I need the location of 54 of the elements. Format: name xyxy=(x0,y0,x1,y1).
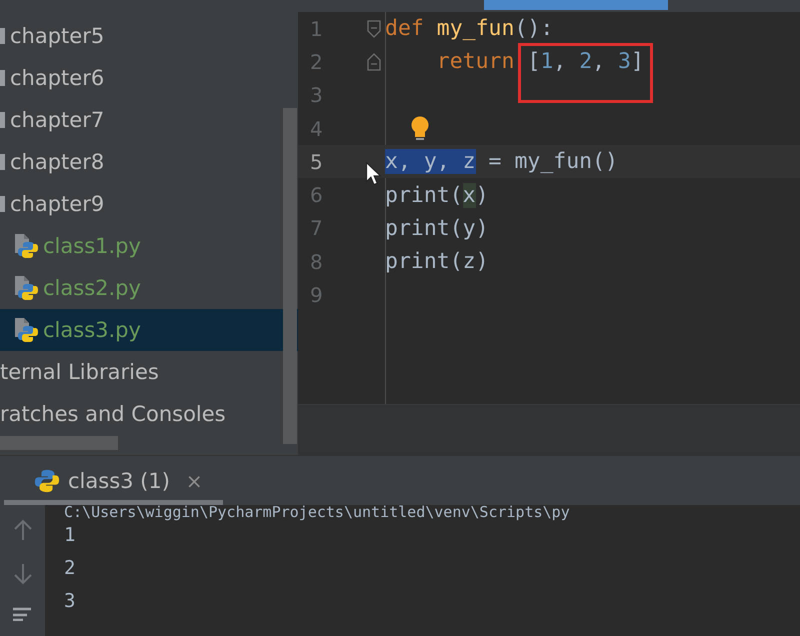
console-output-line: 2 xyxy=(64,556,76,581)
python-file-icon xyxy=(12,232,40,260)
soft-wrap-icon[interactable] xyxy=(12,607,34,621)
list-literal: [1, 2, 3] xyxy=(527,49,644,74)
tree-item[interactable]: class2.py xyxy=(0,267,298,309)
mouse-pointer-icon xyxy=(366,162,382,186)
vertical-scrollbar[interactable] xyxy=(283,108,297,444)
tree-item[interactable]: chapter9 xyxy=(0,183,298,225)
python-icon xyxy=(34,468,60,494)
tree-item-label: ratches and Consoles xyxy=(0,402,226,426)
code-line: return [1, 2, 3] xyxy=(385,49,644,74)
line-number: 2 xyxy=(309,50,324,74)
code-line: print(z) xyxy=(385,249,489,274)
tree-item[interactable]: chapter6 xyxy=(0,57,298,99)
tree-item-label: class3.py xyxy=(43,318,141,342)
tree-item[interactable]: ternal Libraries xyxy=(0,351,298,393)
line-number: 9 xyxy=(309,283,324,308)
down-arrow-icon[interactable] xyxy=(12,563,32,585)
line-number: 6 xyxy=(309,183,324,208)
tree-item-label: class1.py xyxy=(43,234,141,258)
line-number: 4 xyxy=(309,116,324,141)
code-line: x, y, z = my_fun() xyxy=(385,149,618,174)
tree-item-label: chapter8 xyxy=(10,150,104,174)
tree-item[interactable]: class1.py xyxy=(0,225,298,267)
tree-item-label: chapter9 xyxy=(10,192,104,216)
code-line: print(x) xyxy=(385,182,489,208)
line-number: 7 xyxy=(309,216,324,240)
tree-item-label: chapter6 xyxy=(10,66,104,90)
fold-marker-icon[interactable] xyxy=(366,18,382,39)
tree-item-label: ternal Libraries xyxy=(0,360,159,384)
code-line: print(y) xyxy=(385,216,489,241)
tree-item[interactable]: chapter8 xyxy=(0,141,298,183)
python-file-icon xyxy=(12,274,40,302)
tree-item[interactable]: chapter5 xyxy=(0,15,298,57)
lightbulb-icon[interactable] xyxy=(410,116,430,142)
python-file-icon xyxy=(12,316,40,344)
line-number: 8 xyxy=(309,250,324,274)
line-number: 5 xyxy=(309,150,324,174)
console-output-line: C:\Users\wiggin\PycharmProjects\untitled\venv\Scripts\py xyxy=(64,505,570,519)
up-arrow-icon[interactable] xyxy=(12,519,32,541)
fold-marker-icon[interactable] xyxy=(366,52,382,72)
line-number: 1 xyxy=(309,16,324,41)
tree-item[interactable]: chapter7 xyxy=(0,99,298,141)
console-output-line: 3 xyxy=(64,589,76,614)
console-output-line: 1 xyxy=(64,523,76,548)
tree-item[interactable]: class3.py xyxy=(0,309,298,351)
close-button[interactable]: × xyxy=(186,468,203,492)
code-line: def my_fun(): xyxy=(385,16,554,42)
tree-item-label: chapter5 xyxy=(10,24,104,48)
horizontal-scrollbar[interactable] xyxy=(0,436,118,450)
tree-item-label: class2.py xyxy=(43,276,141,300)
line-number: 3 xyxy=(309,83,324,108)
tree-item-label: chapter7 xyxy=(10,108,104,132)
tree-item[interactable]: ratches and Consoles xyxy=(0,393,298,435)
